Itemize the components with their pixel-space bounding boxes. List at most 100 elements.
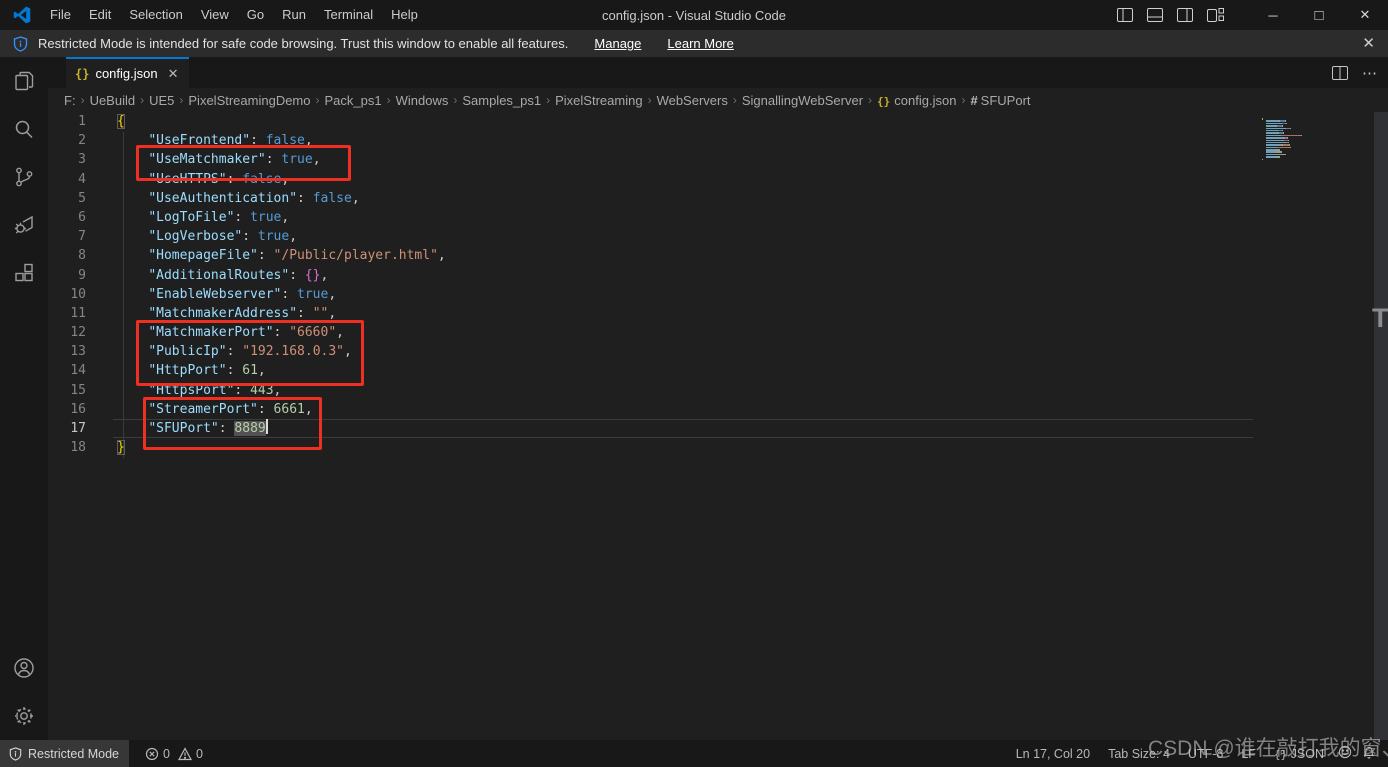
code-token: "HttpPort" — [148, 363, 226, 378]
run-debug-icon[interactable] — [0, 201, 48, 249]
code-token: "UseFrontend" — [148, 133, 250, 148]
code-token: 443 — [250, 383, 273, 398]
code-token: : — [234, 210, 250, 225]
code-line-9[interactable]: "AdditionalRoutes": {}, — [117, 266, 446, 285]
code-token: : — [274, 325, 290, 340]
line-number: 11 — [48, 304, 100, 323]
menu-run[interactable]: Run — [273, 0, 315, 30]
breadcrumb-item[interactable]: #SFUPort — [970, 93, 1030, 108]
code-token: : — [258, 402, 274, 417]
code-line-17[interactable]: "SFUPort": 8889 — [117, 419, 446, 438]
minimize-button[interactable]: ─ — [1250, 0, 1296, 30]
tab-label: config.json — [95, 66, 157, 81]
code-line-3[interactable]: "UseMatchmaker": true, — [117, 150, 446, 169]
tab-config-json[interactable]: {} config.json ✕ — [66, 57, 189, 88]
explorer-icon[interactable] — [0, 57, 48, 105]
code-line-7[interactable]: "LogVerbose": true, — [117, 227, 446, 246]
editor-area[interactable]: 123456789101112131415161718 { "UseFronte… — [48, 112, 1388, 740]
line-number: 9 — [48, 266, 100, 285]
learn-more-link[interactable]: Learn More — [667, 36, 733, 51]
breadcrumb-item[interactable]: WebServers — [657, 93, 728, 108]
minimap[interactable] — [1262, 118, 1372, 161]
menu-file[interactable]: File — [41, 0, 80, 30]
extensions-icon[interactable] — [0, 249, 48, 297]
line-number: 10 — [48, 285, 100, 304]
menu-terminal[interactable]: Terminal — [315, 0, 382, 30]
menu-help[interactable]: Help — [382, 0, 427, 30]
problems-status[interactable]: 0 0 — [139, 747, 209, 761]
language-braces-icon: {} — [1274, 748, 1287, 761]
source-control-icon[interactable] — [0, 153, 48, 201]
menu-selection[interactable]: Selection — [120, 0, 191, 30]
breadcrumb-item[interactable]: UeBuild — [90, 93, 136, 108]
minimap-line — [1262, 137, 1372, 139]
code-line-15[interactable]: "HttpsPort": 443, — [117, 381, 446, 400]
toggle-sidebar-icon[interactable] — [1117, 8, 1133, 22]
accounts-icon[interactable] — [0, 644, 48, 692]
code-content[interactable]: { "UseFrontend": false, "UseMatchmaker":… — [117, 112, 446, 457]
restricted-mode-status[interactable]: Restricted Mode — [0, 740, 129, 767]
breadcrumb-item[interactable]: Windows — [396, 93, 449, 108]
language-mode-status[interactable]: {} JSON — [1265, 747, 1333, 761]
code-line-12[interactable]: "MatchmakerPort": "6660", — [117, 323, 446, 342]
breadcrumb-separator: › — [387, 93, 391, 107]
line-number: 3 — [48, 150, 100, 169]
notifications-bell-icon[interactable] — [1357, 745, 1388, 762]
manage-link[interactable]: Manage — [594, 36, 641, 51]
code-token: true — [297, 287, 328, 302]
code-token: , — [305, 133, 313, 148]
code-line-14[interactable]: "HttpPort": 61, — [117, 361, 446, 380]
tab-size-status[interactable]: Tab Size: 4 — [1099, 747, 1179, 761]
eol-status[interactable]: LF — [1232, 747, 1265, 761]
code-token: "StreamerPort" — [148, 402, 258, 417]
menu-go[interactable]: Go — [238, 0, 273, 30]
search-icon[interactable] — [0, 105, 48, 153]
menu-edit[interactable]: Edit — [80, 0, 120, 30]
vertical-scrollbar[interactable] — [1374, 112, 1388, 740]
menu-view[interactable]: View — [192, 0, 238, 30]
code-line-10[interactable]: "EnableWebserver": true, — [117, 285, 446, 304]
breadcrumb-item[interactable]: UE5 — [149, 93, 174, 108]
more-actions-icon[interactable]: ⋯ — [1362, 64, 1378, 82]
customize-layout-icon[interactable] — [1207, 8, 1224, 22]
breadcrumb-item[interactable]: PixelStreamingDemo — [188, 93, 310, 108]
breadcrumb-item[interactable]: SignallingWebServer — [742, 93, 863, 108]
minimap-line — [1262, 140, 1372, 142]
split-editor-icon[interactable] — [1332, 66, 1348, 80]
code-line-6[interactable]: "LogToFile": true, — [117, 208, 446, 227]
code-token: "UseHTTPS" — [148, 172, 226, 187]
warning-count: 0 — [196, 747, 203, 761]
minimap-line — [1262, 118, 1372, 120]
breadcrumb-item[interactable]: Pack_ps1 — [325, 93, 382, 108]
code-line-11[interactable]: "MatchmakerAddress": "", — [117, 304, 446, 323]
code-line-2[interactable]: "UseFrontend": false, — [117, 131, 446, 150]
code-line-5[interactable]: "UseAuthentication": false, — [117, 189, 446, 208]
toggle-panel-icon[interactable] — [1147, 8, 1163, 22]
breadcrumb-item[interactable]: PixelStreaming — [555, 93, 642, 108]
code-line-8[interactable]: "HomepageFile": "/Public/player.html", — [117, 246, 446, 265]
code-token: "192.168.0.3" — [242, 344, 344, 359]
feedback-smiley-icon[interactable] — [1333, 745, 1357, 762]
code-token: : — [266, 152, 282, 167]
toggle-secondary-sidebar-icon[interactable] — [1177, 8, 1193, 22]
minimap-line — [1262, 135, 1372, 137]
breadcrumb-item[interactable]: Samples_ps1 — [462, 93, 541, 108]
line-number: 4 — [48, 170, 100, 189]
banner-close-icon[interactable]: ✕ — [1362, 34, 1375, 52]
code-token: true — [281, 152, 312, 167]
window-close-button[interactable]: ✕ — [1342, 0, 1388, 30]
settings-gear-icon[interactable] — [0, 692, 48, 740]
code-line-16[interactable]: "StreamerPort": 6661, — [117, 400, 446, 419]
code-line-13[interactable]: "PublicIp": "192.168.0.3", — [117, 342, 446, 361]
code-line-1[interactable]: { — [117, 112, 446, 131]
breadcrumb-item[interactable]: {}config.json — [877, 93, 956, 108]
breadcrumb-item[interactable]: F: — [64, 93, 76, 108]
code-line-18[interactable]: } — [117, 438, 446, 457]
minimap-line — [1262, 128, 1372, 130]
errors-icon — [145, 747, 159, 761]
maximize-button[interactable]: □ — [1296, 0, 1342, 30]
tab-close-icon[interactable]: ✕ — [168, 66, 179, 82]
cursor-position-status[interactable]: Ln 17, Col 20 — [1007, 747, 1099, 761]
code-line-4[interactable]: "UseHTTPS": false, — [117, 170, 446, 189]
encoding-status[interactable]: UTF-8 — [1179, 747, 1232, 761]
